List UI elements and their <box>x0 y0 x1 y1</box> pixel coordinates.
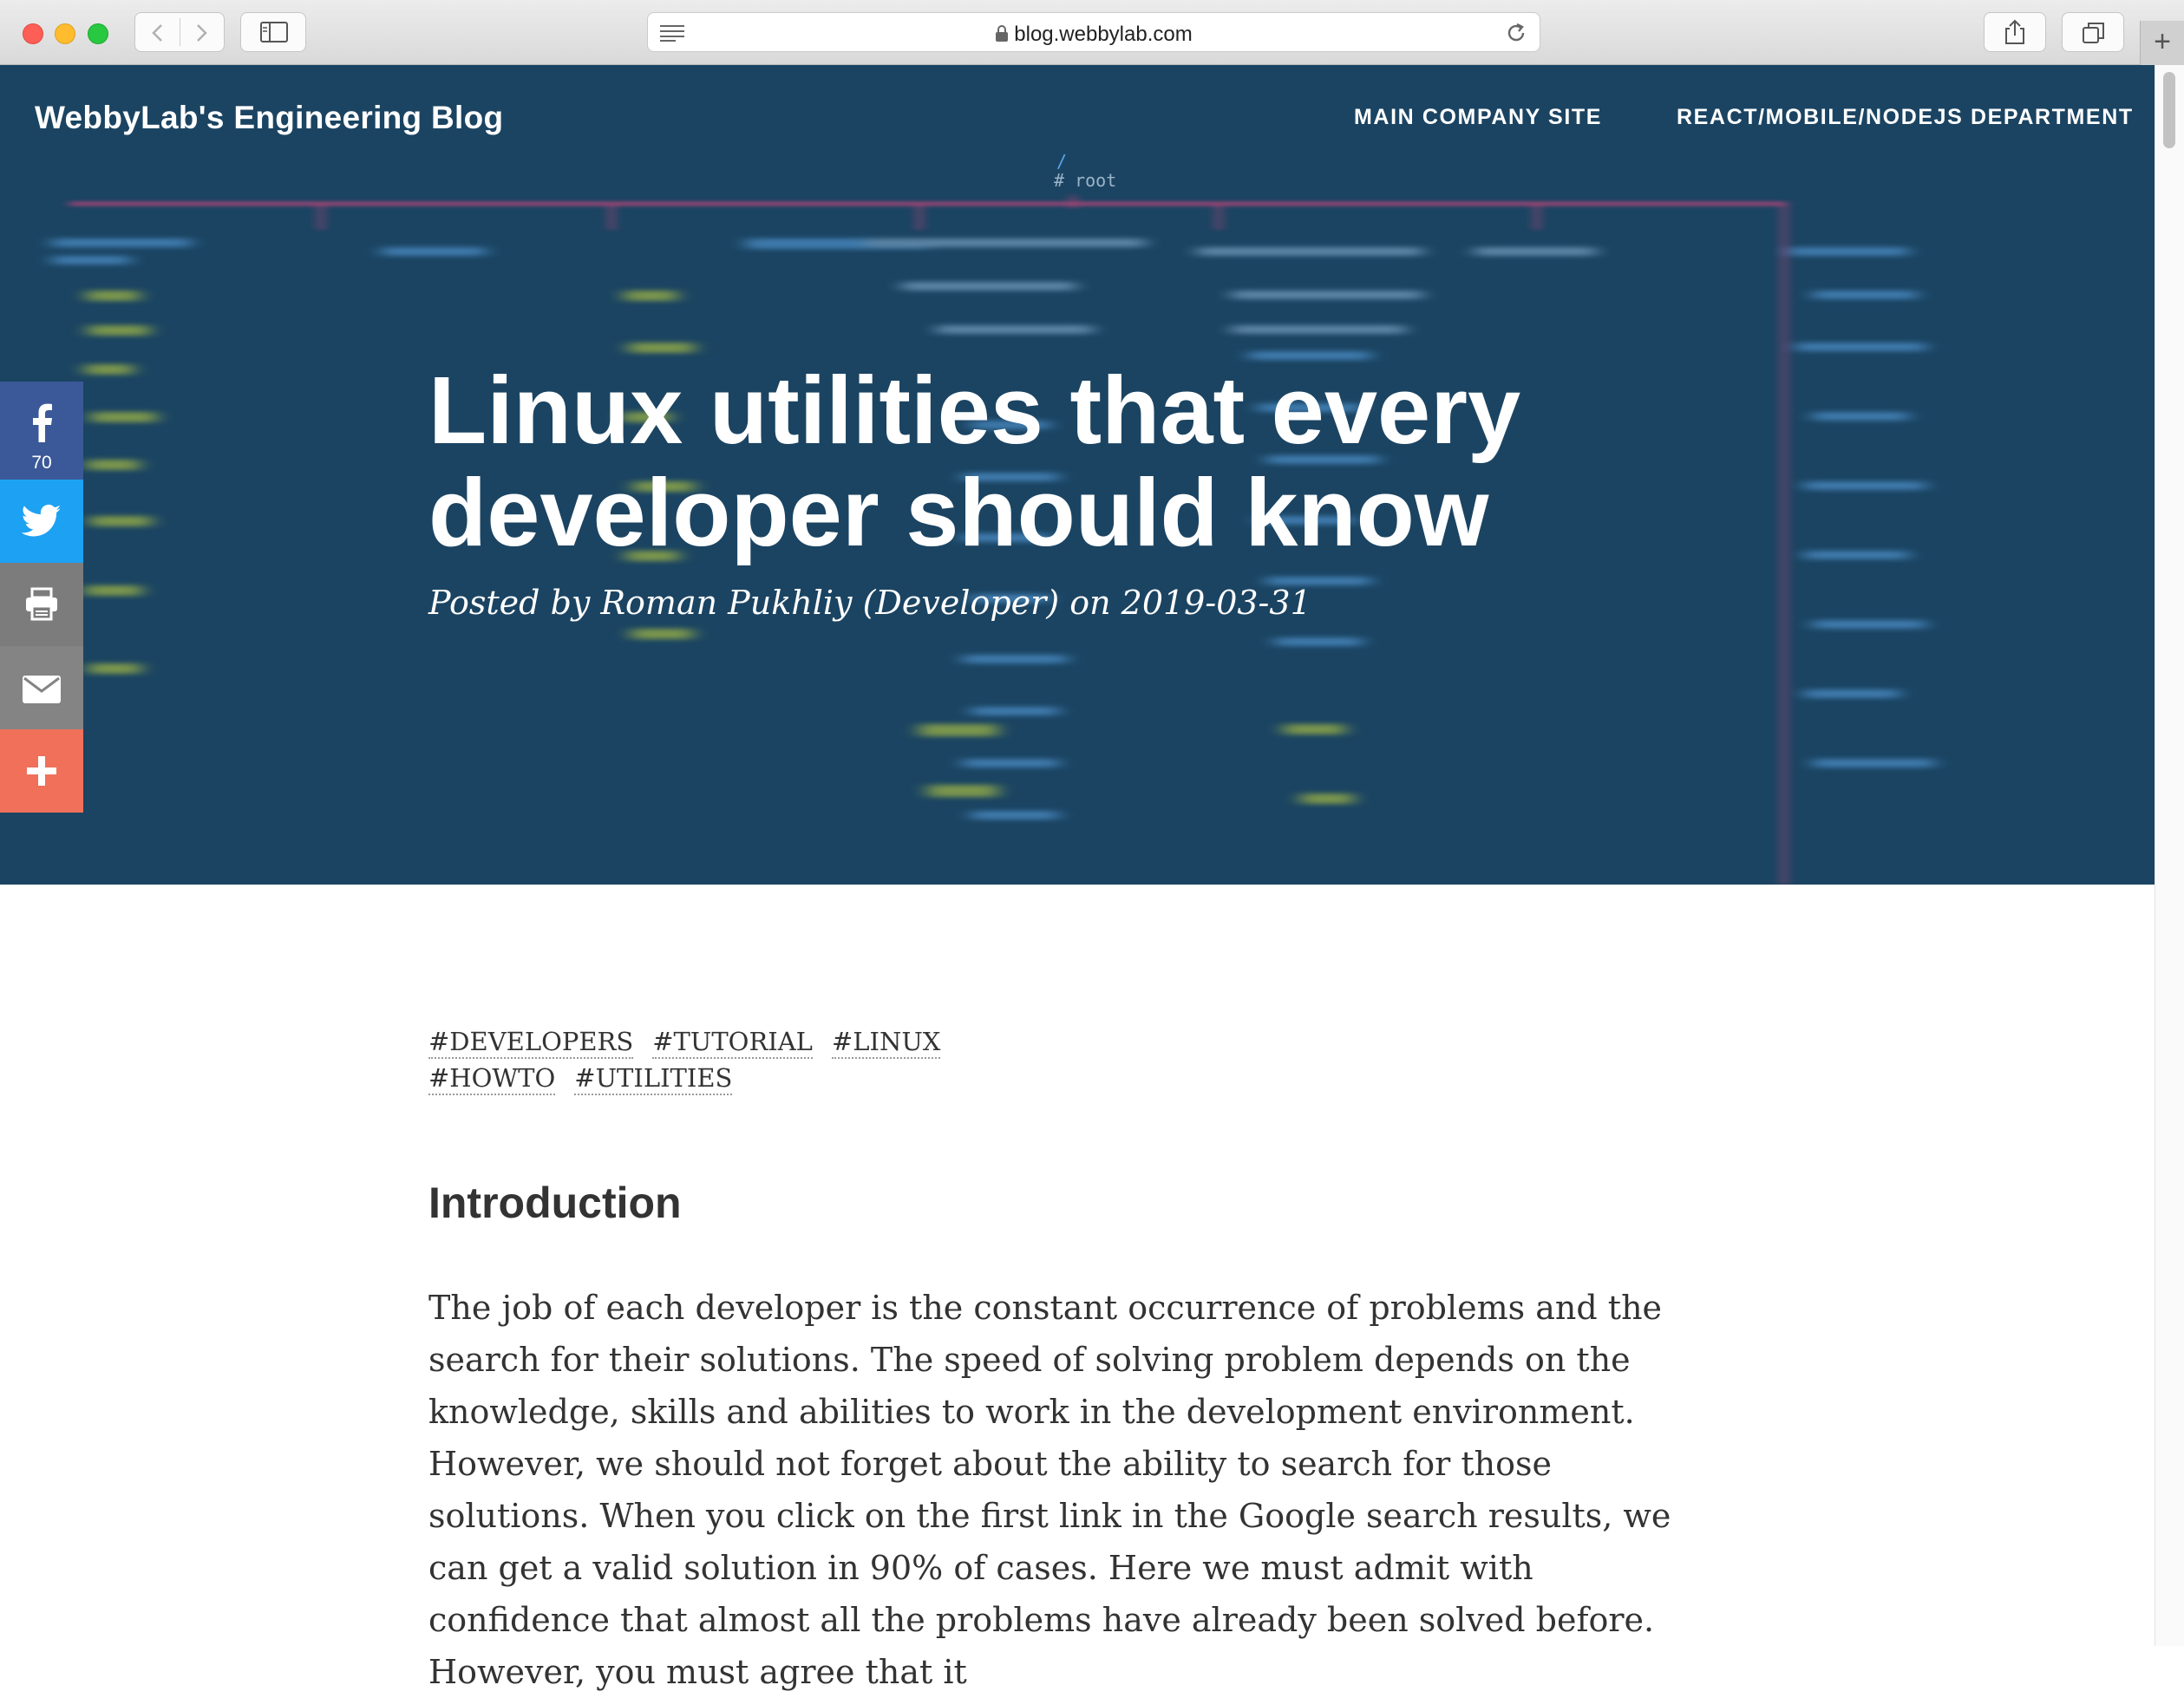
minimize-window-button[interactable] <box>55 23 75 44</box>
hero-header: / # root WebbyLab's Engineering Blog MAI… <box>0 65 2155 885</box>
plus-icon: + <box>2154 25 2171 58</box>
post-tags: #DEVELOPERS #TUTORIAL #LINUX #HOWTO #UTILIT… <box>428 1023 966 1096</box>
address-bar[interactable]: blog.webbylab.com <box>647 12 1540 52</box>
email-icon <box>23 676 61 703</box>
browser-toolbar: blog.webbylab.com + <box>0 0 2184 65</box>
post-title: Linux utilities that every developer sho… <box>428 357 1521 566</box>
scrollbar-thumb[interactable] <box>2163 72 2175 148</box>
section-heading-introduction: Introduction <box>428 1179 682 1227</box>
history-navigation <box>134 12 225 52</box>
print-button[interactable] <box>0 563 83 646</box>
new-tab-button[interactable]: + <box>2140 21 2184 65</box>
share-twitter-button[interactable] <box>0 480 83 563</box>
facebook-share-count: 70 <box>31 453 52 473</box>
sidebar-icon <box>260 22 288 42</box>
print-icon <box>26 587 57 621</box>
url-text: blog.webbylab.com <box>1014 23 1193 46</box>
nav-main-company-site[interactable]: MAIN COMPANY SITE <box>1354 105 1602 130</box>
site-brand-link[interactable]: WebbyLab's Engineering Blog <box>35 100 503 136</box>
intro-paragraph: The job of each developer is the constan… <box>428 1289 1671 1691</box>
tag-tutorial[interactable]: #TUTORIAL <box>652 1026 813 1059</box>
lock-icon <box>996 25 1009 42</box>
url-field[interactable]: blog.webbylab.com <box>648 23 1540 47</box>
share-more-button[interactable] <box>0 729 83 813</box>
bg-slash-label: / <box>1056 151 1067 172</box>
facebook-icon <box>33 403 52 442</box>
tag-developers[interactable]: #DEVELOPERS <box>428 1026 634 1059</box>
tabs-overview-icon <box>2083 23 2104 43</box>
share-page-button[interactable] <box>1984 12 2046 52</box>
zoom-window-button[interactable] <box>88 23 108 44</box>
share-email-button[interactable] <box>0 646 83 729</box>
tag-utilities[interactable]: #UTILITIES <box>574 1062 733 1095</box>
tag-linux[interactable]: #LINUX <box>831 1026 941 1059</box>
bg-root-label: # root <box>1054 170 1116 191</box>
share-bar: 70 <box>0 382 83 813</box>
chevron-left-icon <box>152 24 162 42</box>
close-window-button[interactable] <box>23 23 43 44</box>
share-facebook-button[interactable]: 70 <box>0 382 83 480</box>
nav-react-mobile-nodejs-department[interactable]: REACT/MOBILE/NODEJS DEPARTMENT <box>1677 105 2134 130</box>
reload-icon[interactable] <box>1505 22 1527 44</box>
twitter-icon <box>22 504 62 537</box>
page-scrollbar[interactable] <box>2155 65 2184 1646</box>
sidebar-toggle-button[interactable] <box>240 12 306 52</box>
plus-icon <box>27 756 56 786</box>
tag-howto[interactable]: #HOWTO <box>428 1062 556 1095</box>
post-meta: Posted by Roman Pukhliy (Developer) on 2… <box>428 584 1311 622</box>
chevron-right-icon <box>197 24 207 42</box>
show-tabs-button[interactable] <box>2062 12 2124 52</box>
share-icon <box>2005 19 2024 44</box>
